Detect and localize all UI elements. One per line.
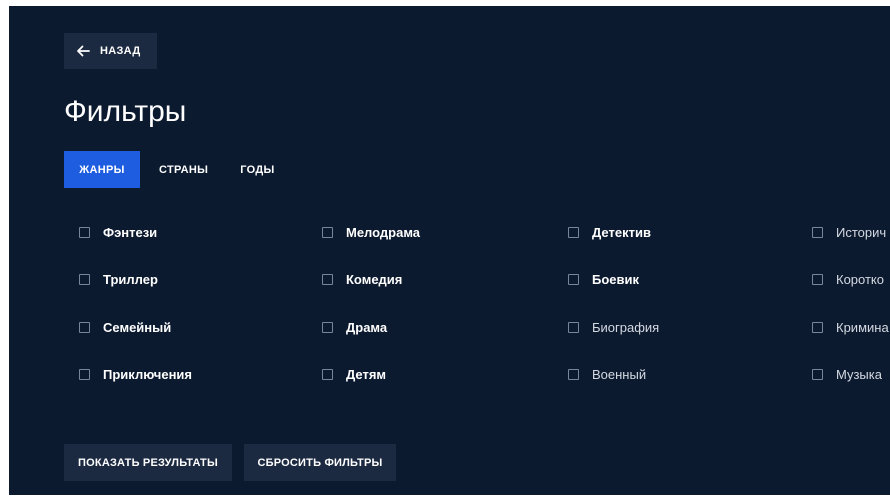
genre-label: Музыка	[836, 366, 882, 382]
genre-option[interactable]: Биография	[568, 317, 659, 337]
genre-option[interactable]: Детектив	[568, 222, 651, 242]
genre-option[interactable]: Боевик	[568, 269, 639, 289]
checkbox-icon[interactable]	[568, 273, 579, 285]
genre-label: Кримина	[836, 319, 889, 335]
checkbox-icon[interactable]	[322, 273, 333, 285]
back-button-label: НАЗАД	[100, 45, 141, 57]
checkbox-icon[interactable]	[79, 321, 90, 333]
genre-label: Триллер	[103, 271, 158, 287]
genre-label: Комедия	[346, 271, 403, 287]
genre-option[interactable]: Мелодрама	[322, 222, 420, 242]
checkbox-icon[interactable]	[568, 368, 579, 380]
checkbox-icon[interactable]	[79, 273, 90, 285]
genre-label: Семейный	[103, 319, 172, 335]
checkbox-icon[interactable]	[79, 226, 90, 238]
reset-filters-button[interactable]: СБРОСИТЬ ФИЛЬТРЫ	[244, 444, 396, 481]
genre-label: Мелодрама	[346, 224, 421, 240]
show-results-button[interactable]: ПОКАЗАТЬ РЕЗУЛЬТАТЫ	[64, 444, 232, 481]
checkbox-icon[interactable]	[812, 368, 823, 380]
genre-option[interactable]: Приключения	[79, 364, 192, 384]
genre-label: Приключения	[103, 366, 193, 382]
genre-label: Детям	[346, 366, 387, 382]
checkbox-icon[interactable]	[812, 273, 823, 285]
filter-tabs: ЖАНРЫ СТРАНЫ ГОДЫ	[64, 151, 291, 188]
genre-label: Фэнтези	[103, 224, 158, 240]
tab-countries[interactable]: СТРАНЫ	[140, 151, 224, 188]
genre-label: Коротко	[836, 271, 884, 287]
checkbox-icon[interactable]	[812, 226, 823, 238]
genre-label: Детектив	[592, 224, 651, 240]
genre-label: Историч	[836, 224, 887, 240]
genre-option[interactable]: Фэнтези	[79, 222, 157, 242]
genre-option[interactable]: Кримина	[812, 317, 889, 337]
checkbox-icon[interactable]	[322, 368, 333, 380]
checkbox-icon[interactable]	[568, 226, 579, 238]
genre-option[interactable]: Семейный	[79, 317, 171, 337]
genre-option[interactable]: Военный	[568, 364, 646, 384]
back-button[interactable]: НАЗАД	[64, 33, 157, 69]
genre-option[interactable]: Музыка	[812, 364, 882, 384]
checkbox-icon[interactable]	[79, 368, 90, 380]
arrow-left-icon	[77, 45, 90, 57]
tab-genres[interactable]: ЖАНРЫ	[64, 151, 140, 188]
genre-option[interactable]: Комедия	[322, 269, 402, 289]
genre-option[interactable]: Детям	[322, 364, 386, 384]
checkbox-icon[interactable]	[322, 226, 333, 238]
genre-option[interactable]: Драма	[322, 317, 387, 337]
genre-label: Военный	[592, 366, 647, 382]
checkbox-icon[interactable]	[322, 321, 333, 333]
page-title: Фильтры	[64, 95, 187, 128]
checkbox-icon[interactable]	[812, 321, 823, 333]
genre-option[interactable]: Коротко	[812, 269, 884, 289]
tab-years[interactable]: ГОДЫ	[224, 151, 290, 188]
filters-screen: НАЗАД Фильтры ЖАНРЫ СТРАНЫ ГОДЫ Фэнтези …	[9, 6, 890, 495]
genre-label: Драма	[346, 319, 388, 335]
checkbox-icon[interactable]	[568, 321, 579, 333]
genre-option[interactable]: Историч	[812, 222, 886, 242]
genre-label: Биография	[592, 319, 660, 335]
genre-label: Боевик	[592, 271, 640, 287]
genre-option[interactable]: Триллер	[79, 269, 158, 289]
